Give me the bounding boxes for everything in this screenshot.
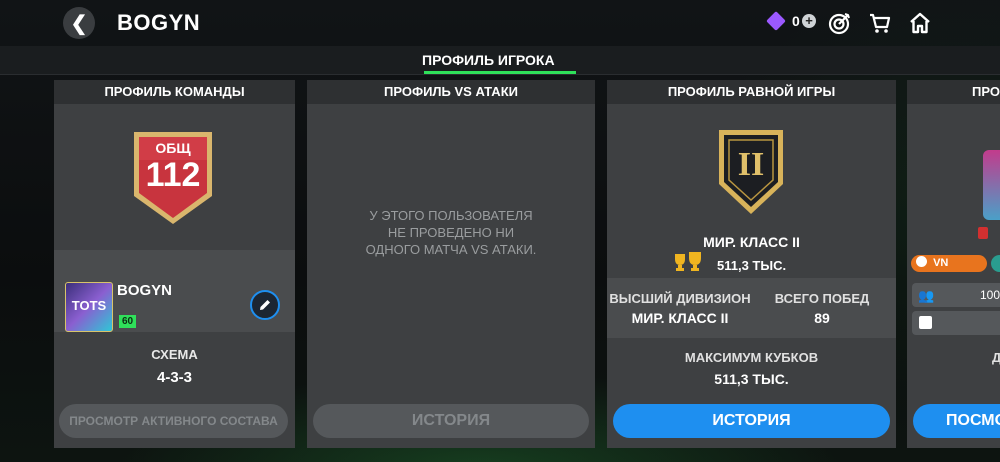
page-title: BOGYN [117,10,201,35]
vs-attack-profile-card: ПРОФИЛЬ VS АТАКИ У ЭТОГО ПОЛЬЗОВАТЕЛЯ НЕ… [307,80,595,448]
view-active-squad-button[interactable]: ПРОСМОТР АКТИВНОГО СОСТАВА [59,404,288,438]
player-name: BOGYN [117,282,173,299]
top-division-label: ВЫСШИЙ ДИВИЗИОН [609,291,751,306]
scheme-label: СХЕМА [151,347,198,362]
members-count: 100/ [980,288,1000,302]
pencil-icon [260,300,270,310]
top-division-value: МИР. КЛАСС II [631,310,729,326]
overall-value: 112 [145,156,201,194]
tab-player-profile[interactable]: ПРОФИЛЬ ИГРОКА [422,52,555,68]
view-button-partial[interactable]: ПОСМО [913,404,1000,438]
scheme-value: 4-3-3 [156,369,193,386]
club-crest-icon [978,227,988,239]
card-title-partial: ПРО [907,80,1000,104]
equal-history-button[interactable]: ИСТОРИЯ [613,404,890,438]
division-badge: II [715,126,787,218]
edit-button[interactable] [250,290,280,320]
region-badge: VN [911,255,987,272]
partial-label: Д [992,350,1000,365]
tots-card-image: TOTS [65,282,113,332]
vs-history-button[interactable]: ИСТОРИЯ [313,404,589,438]
fourth-profile-card: ПРО VN 👥 100/ Д ПОСМО [907,80,1000,448]
team-profile-card: ПРОФИЛЬ КОМАНДЫ ОБЩ 112 TOTS BOGYN 60 СХ… [54,80,295,448]
card-title: ПРОФИЛЬ VS АТАКИ [307,80,595,104]
card-title: ПРОФИЛЬ КОМАНДЫ [54,80,295,104]
equal-game-profile-card: ПРОФИЛЬ РАВНОЙ ИГРЫ II МИР. КЛАСС II 511… [607,80,896,448]
total-wins-value: 89 [814,310,830,326]
empty-message-line-2: НЕ ПРОВЕДЕНО НИ [387,225,515,240]
members-icon: 👥 [918,288,935,303]
region-badge-2 [991,255,1000,272]
league-row [912,311,1000,335]
region-label: VN [933,257,949,269]
cart-icon[interactable] [867,10,893,36]
gem-count: 0 [792,13,800,29]
level-badge: 60 [119,315,137,328]
members-row: 👥 100/ [912,283,1000,307]
league-icon [919,316,932,329]
division-name: МИР. КЛАСС II [703,234,800,250]
view-button-label: ПОСМО [946,412,1000,429]
rank-numeral: II [737,146,765,183]
globe-icon [916,256,927,267]
tots-label: TOTS [71,298,107,313]
trophy-count: 511,3 ТЫС. [717,258,787,273]
card-title: ПРОФИЛЬ РАВНОЙ ИГРЫ [607,80,896,104]
trophy-icon [671,250,705,272]
empty-message-line-1: У ЭТОГО ПОЛЬЗОВАТЕЛЯ [369,208,533,223]
back-button[interactable]: ❮ [63,7,95,39]
overall-label: ОБЩ [155,140,191,156]
stats-section [607,278,896,338]
max-cups-value: 511,3 ТЫС. [714,371,789,387]
target-icon[interactable] [826,10,852,36]
empty-message-line-3: ОДНОГО МАТЧА VS АТАКИ. [365,242,537,257]
club-badge [983,150,1000,220]
total-wins-label: ВСЕГО ПОБЕД [774,291,870,306]
home-icon[interactable] [907,10,933,36]
add-currency-icon[interactable]: + [802,14,816,28]
max-cups-label: МАКСИМУМ КУБКОВ [684,350,819,365]
overall-badge: ОБЩ 112 [130,130,216,226]
tab-active-indicator [424,71,576,74]
chevron-left-icon: ❮ [70,12,88,35]
